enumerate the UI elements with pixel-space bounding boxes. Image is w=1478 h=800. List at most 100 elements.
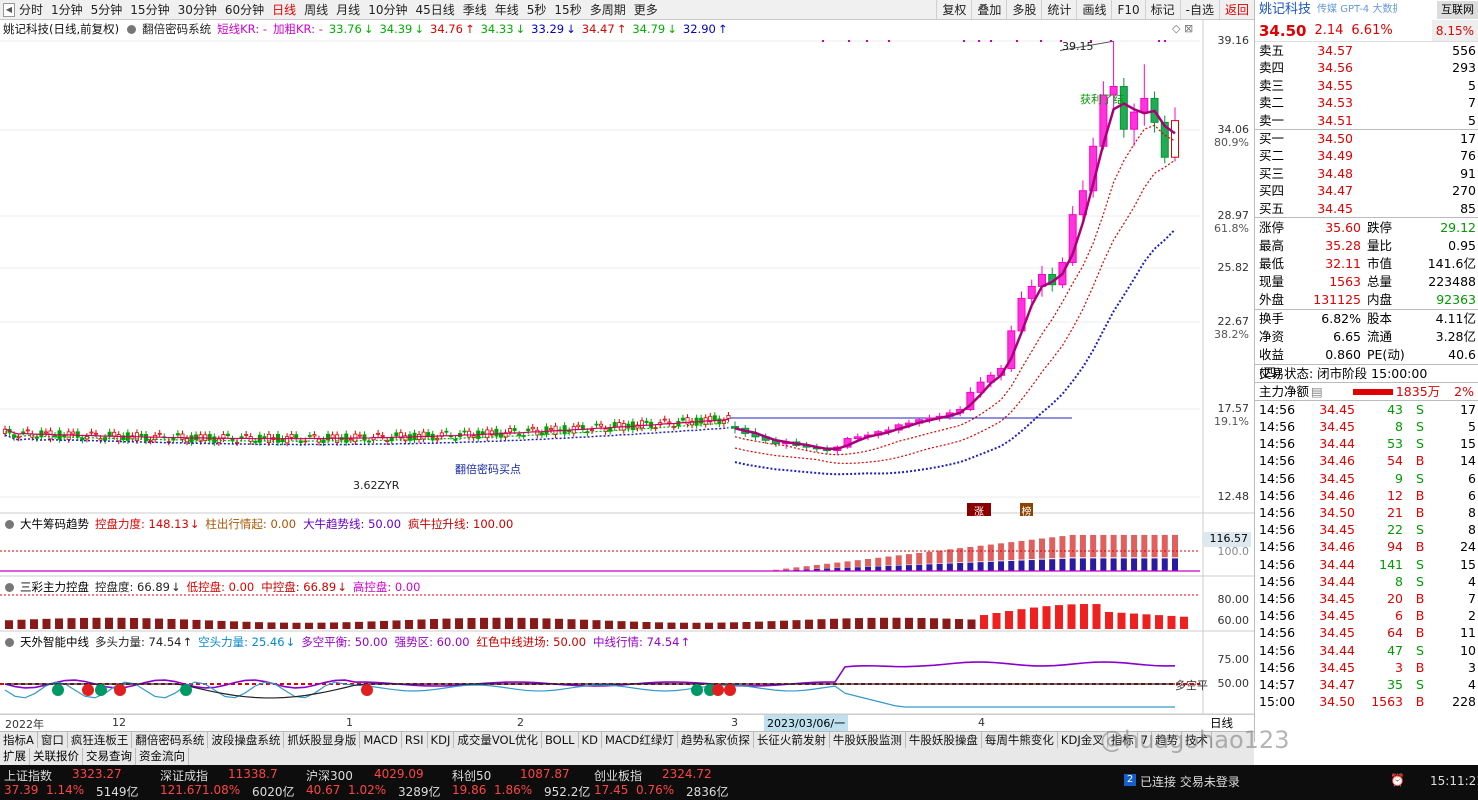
indicator-tab[interactable]: 指标A bbox=[0, 732, 38, 748]
price-pct: 6.61% bbox=[1351, 23, 1393, 38]
indicator-tab[interactable]: KD bbox=[579, 732, 602, 748]
indicator-tab[interactable]: 长征火箭发射 bbox=[754, 732, 830, 748]
bids-row[interactable]: 买一 34.50 17 bbox=[1255, 130, 1478, 147]
chart-options-icon[interactable]: ◇ ⊠ bbox=[1172, 22, 1193, 35]
toolbar-button[interactable]: 返回 bbox=[1218, 0, 1254, 19]
indicator-tab[interactable]: 成交量VOL优化 bbox=[454, 732, 542, 748]
toolbar-button[interactable]: 统计 bbox=[1041, 0, 1076, 19]
bids-row[interactable]: 买四 34.47 270 bbox=[1255, 182, 1478, 199]
indicator-tab[interactable]: 牛股妖股操盘 bbox=[906, 732, 982, 748]
main-net-icon[interactable]: ▤ bbox=[1311, 383, 1323, 400]
period-tab[interactable]: 季线 bbox=[459, 1, 491, 18]
period-tab[interactable]: 10分钟 bbox=[364, 1, 411, 18]
ind2-bar bbox=[417, 619, 426, 629]
period-tab[interactable]: 更多 bbox=[630, 1, 662, 18]
settings-dot-icon[interactable] bbox=[127, 24, 137, 34]
ind1-item: 疯牛拉升线: 100.00 bbox=[408, 517, 514, 531]
indicator-tab[interactable]: 牛股妖股监测 bbox=[830, 732, 906, 748]
legend-arrow: ↓ bbox=[566, 22, 576, 36]
tick-volume: 1563 bbox=[1371, 694, 1403, 710]
indicator-tab[interactable]: 每周牛熊变化 bbox=[982, 732, 1058, 748]
indicator-tab[interactable]: 波段操盘系统 bbox=[208, 732, 285, 748]
period-tab[interactable]: 60分钟 bbox=[221, 1, 268, 18]
index-name[interactable]: 科创50 bbox=[452, 767, 491, 784]
toolbar-button[interactable]: 复权 bbox=[936, 0, 971, 19]
bids-row[interactable]: 买五 34.45 85 bbox=[1255, 200, 1478, 217]
index-name[interactable]: 创业板指 bbox=[594, 767, 642, 784]
period-tab[interactable]: 5秒 bbox=[523, 1, 551, 18]
index-pct: 1.14% bbox=[46, 783, 85, 797]
period-tab[interactable]: 5分钟 bbox=[87, 1, 127, 18]
period-tab[interactable]: 分时 bbox=[15, 1, 47, 18]
bids-row[interactable]: 买二 34.49 76 bbox=[1255, 147, 1478, 164]
zhang-badge[interactable]: 涨 bbox=[967, 503, 991, 518]
ind2-dot-icon[interactable] bbox=[5, 582, 14, 592]
period-tab[interactable]: 月线 bbox=[332, 1, 364, 18]
bell-icon[interactable]: ⏰ bbox=[1390, 773, 1405, 787]
low-tag: 3.62ZYR bbox=[353, 479, 400, 492]
indicator-tab[interactable]: KDJ bbox=[428, 732, 455, 748]
asks-row[interactable]: 卖三 34.55 5 bbox=[1255, 77, 1478, 94]
period-tab[interactable]: 45日线 bbox=[411, 1, 458, 18]
ind1-bar-top bbox=[1161, 534, 1168, 558]
period-tab[interactable]: 15秒 bbox=[550, 1, 585, 18]
indicator-tab[interactable]: BOLL bbox=[542, 732, 579, 748]
indicator-tab[interactable]: 疯狂连板王 bbox=[68, 732, 133, 748]
indicator-tab[interactable]: RSI bbox=[402, 732, 428, 748]
asks-row[interactable]: 卖二 34.53 7 bbox=[1255, 94, 1478, 111]
indicator-tab[interactable]: MACD红绿灯 bbox=[602, 732, 678, 748]
period-tab[interactable]: 15分钟 bbox=[126, 1, 173, 18]
ind1-bar-top bbox=[1038, 538, 1045, 559]
stock-name[interactable]: 姚记科技 bbox=[1259, 0, 1311, 20]
period-tab[interactable]: 周线 bbox=[300, 1, 332, 18]
toolbar-button[interactable]: 叠加 bbox=[971, 0, 1006, 19]
ind1-bar-base bbox=[1049, 559, 1056, 571]
indicator-tab[interactable]: MACD bbox=[360, 732, 402, 748]
period-tab[interactable]: 1分钟 bbox=[47, 1, 87, 18]
index-name[interactable]: 深证成指 bbox=[160, 767, 208, 784]
extension-tab[interactable]: 关联报价 bbox=[30, 748, 83, 765]
asks-row[interactable]: 卖五 34.57 556 bbox=[1255, 42, 1478, 59]
bids-label: 买一 bbox=[1259, 130, 1285, 146]
indicator-tab[interactable]: 翻倍密码系统 bbox=[132, 732, 209, 748]
bids-row[interactable]: 买三 34.48 91 bbox=[1255, 165, 1478, 182]
ind2-bar bbox=[517, 617, 526, 629]
period-tab[interactable]: 30分钟 bbox=[174, 1, 221, 18]
extension-tab[interactable]: 交易查询 bbox=[83, 748, 136, 765]
bang-badge[interactable]: 榜 bbox=[1020, 503, 1033, 518]
asks-row[interactable]: 卖四 34.56 293 bbox=[1255, 59, 1478, 76]
period-tab[interactable]: 多周期 bbox=[586, 1, 630, 18]
toolbar-button[interactable]: 多股 bbox=[1006, 0, 1041, 19]
ind2-bar bbox=[767, 621, 776, 629]
ind3-dot-icon[interactable] bbox=[5, 637, 14, 647]
period-tab[interactable]: 年线 bbox=[491, 1, 523, 18]
index-name[interactable]: 上证指数 bbox=[4, 767, 52, 784]
ind2-bar bbox=[542, 618, 551, 629]
stat-row: 涨停 35.60 跌停 29.12 bbox=[1255, 219, 1478, 237]
ind1-bar-top bbox=[1059, 536, 1066, 558]
indicator-tab[interactable]: 抓妖股显身版 bbox=[284, 732, 361, 748]
toolbar-button[interactable]: 画线 bbox=[1076, 0, 1111, 19]
sector-badge[interactable]: 互联网 bbox=[1437, 1, 1478, 19]
ind3-item: 红色中线进场: 50.00 bbox=[476, 635, 587, 649]
ind1-item: 大牛趋势线: 50.00 bbox=[303, 517, 402, 531]
stat-row: 最低 32.11 市值 141.6亿 bbox=[1255, 255, 1478, 273]
extension-tab[interactable]: 资金流向 bbox=[136, 748, 189, 765]
candle-body bbox=[285, 436, 290, 444]
period-tab[interactable]: 日线 bbox=[268, 1, 300, 18]
indicator-tab[interactable]: 窗口 bbox=[38, 732, 68, 748]
toolbar-button[interactable]: F10 bbox=[1111, 0, 1144, 19]
indicator-tab[interactable]: 趋势私家侦探 bbox=[678, 732, 754, 748]
ind3-title: 天外智能中线 bbox=[20, 635, 89, 649]
extension-tab[interactable]: 扩展 bbox=[0, 748, 30, 765]
index-name[interactable]: 沪深300 bbox=[306, 767, 353, 784]
toolbar-button[interactable]: 标记 bbox=[1144, 0, 1180, 19]
asks-row[interactable]: 卖一 34.51 5 bbox=[1255, 112, 1478, 129]
toolbar-button[interactable]: -自选 bbox=[1179, 0, 1219, 19]
nav-left-icon[interactable]: ◀ bbox=[3, 2, 15, 17]
ind2-bar bbox=[155, 618, 163, 629]
asks-volume: 556 bbox=[1452, 43, 1476, 58]
ind1-dot-icon[interactable] bbox=[5, 519, 14, 529]
ind3-item: 空头力量: 25.46 bbox=[198, 635, 285, 649]
ind2-bar bbox=[192, 619, 201, 629]
